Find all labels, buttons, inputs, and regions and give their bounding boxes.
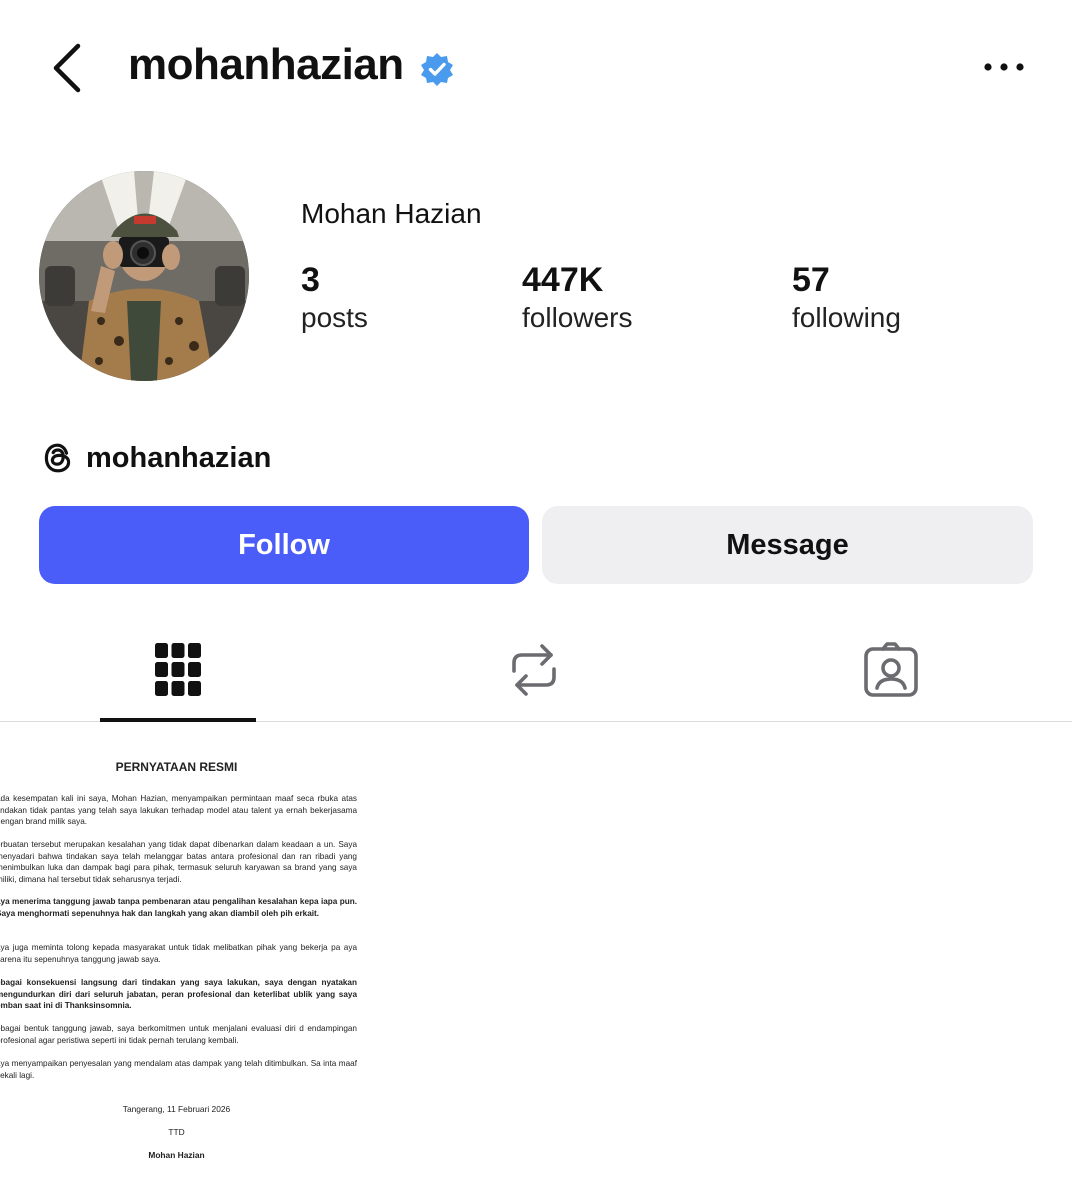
- tab-tagged[interactable]: [813, 620, 969, 720]
- tab-posts-grid[interactable]: [100, 620, 256, 722]
- profile-photo: [39, 171, 249, 381]
- back-button[interactable]: [44, 38, 92, 98]
- profile-username: mohanhazian: [128, 40, 404, 89]
- following-count: 57: [792, 261, 830, 299]
- document-paragraph: aya menyampaikan penyesalan yang mendala…: [0, 1059, 357, 1080]
- tagged-icon: [864, 642, 918, 697]
- threads-handle: mohanhazian: [86, 441, 272, 474]
- document-paragraph: erbuatan tersebut merupakan kesalahan ya…: [0, 840, 357, 884]
- repost-icon: [512, 644, 556, 696]
- document-place-date: Tangerang, 11 Februari 2026: [122, 1104, 231, 1114]
- document-paragraph: ebagai bentuk tanggung jawab, saya berko…: [0, 1024, 357, 1045]
- document-paragraph: aya menerima tanggung jawab tanpa pemben…: [0, 897, 357, 918]
- verified-badge-icon: [421, 53, 453, 86]
- message-button[interactable]: Message: [542, 506, 1033, 584]
- document-title: PERNYATAAN RESMI: [115, 760, 238, 774]
- followers-label: followers: [522, 302, 633, 333]
- more-options-button[interactable]: [980, 56, 1028, 78]
- chevron-left-icon: [53, 43, 81, 93]
- posts-stat[interactable]: 3 posts: [301, 260, 368, 336]
- followers-stat[interactable]: 447K followers: [522, 260, 632, 336]
- document-paragraph: ada kesempatan kali ini saya, Mohan Hazi…: [0, 794, 357, 826]
- profile-header: mohanhazian: [0, 0, 1072, 135]
- post-thumbnail[interactable]: PERNYATAAN RESMI ada kesempatan kali ini…: [0, 722, 357, 1198]
- avatar[interactable]: [39, 171, 249, 381]
- followers-count: 447K: [522, 261, 604, 299]
- threads-icon: [44, 443, 71, 473]
- document-ttd: TTD: [168, 1127, 185, 1137]
- document-paragraph: aya juga meminta tolong kepada masyaraka…: [0, 943, 357, 964]
- threads-link[interactable]: mohanhazian: [40, 438, 271, 478]
- following-label: following: [792, 302, 901, 333]
- profile-tabs: [0, 620, 1072, 722]
- grid-icon: [155, 643, 201, 696]
- document-paragraph: ebagai konsekuensi langsung dari tindaka…: [0, 978, 357, 1010]
- tab-reposts[interactable]: [456, 620, 612, 720]
- following-stat[interactable]: 57 following: [792, 260, 901, 336]
- profile-display-name: Mohan Hazian: [301, 198, 482, 229]
- posts-count: 3: [301, 261, 320, 299]
- posts-label: posts: [301, 302, 368, 333]
- follow-button[interactable]: Follow: [39, 506, 529, 584]
- more-horizontal-icon: [984, 63, 1024, 71]
- document-signer: Mohan Hazian: [148, 1150, 205, 1160]
